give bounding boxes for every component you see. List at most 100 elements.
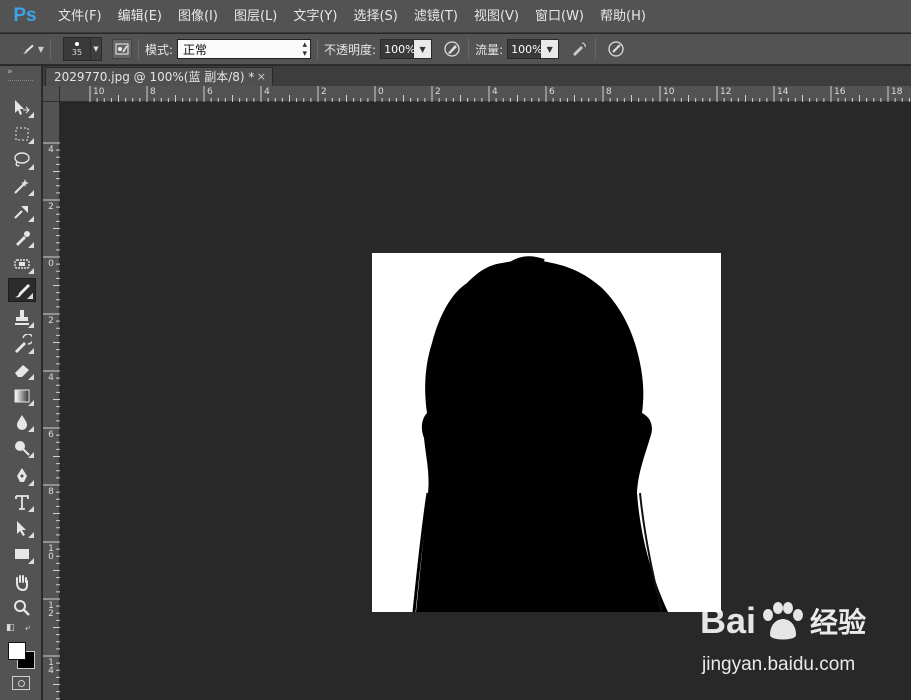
history-brush-icon — [15, 334, 32, 353]
crop-tool[interactable] — [8, 200, 36, 224]
type-tool[interactable] — [8, 490, 36, 514]
menu-help[interactable]: 帮助(H) — [592, 0, 654, 33]
magic-wand-icon — [14, 179, 29, 194]
separator — [317, 38, 319, 60]
opacity-label: 不透明度: — [324, 42, 377, 57]
hand-tool[interactable] — [8, 570, 36, 594]
quick-mask-button[interactable] — [12, 676, 30, 690]
tool-preset-picker[interactable]: ▼ — [20, 38, 44, 60]
healing-brush-tool[interactable] — [8, 252, 36, 276]
menu-type[interactable]: 文字(Y) — [285, 0, 345, 33]
rectangle-shape-icon — [15, 549, 29, 559]
magic-wand-tool[interactable] — [8, 174, 36, 198]
ruler-label: 4 — [48, 145, 54, 155]
pen-tool[interactable] — [8, 464, 36, 488]
type-icon — [15, 495, 29, 510]
slice-crop-icon — [14, 206, 28, 219]
rectangle-tool[interactable] — [8, 542, 36, 566]
ruler-label: 10 — [48, 544, 54, 562]
separator — [468, 38, 470, 60]
eyedropper-tool[interactable] — [8, 226, 36, 250]
watermark-brand-right: 经验 — [810, 607, 867, 638]
eyedropper-icon — [16, 231, 30, 246]
pressure-opacity-button[interactable] — [442, 39, 462, 59]
flow-label: 流量: — [475, 42, 504, 57]
airbrush-icon — [573, 42, 587, 56]
silhouette-mask — [372, 253, 721, 612]
rectangular-marquee-icon — [15, 127, 29, 141]
menu-file[interactable]: 文件(F) — [50, 0, 110, 33]
lasso-tool[interactable] — [8, 148, 36, 172]
pressure-size-button[interactable] — [606, 39, 626, 59]
move-icon — [15, 100, 30, 115]
brush-tip-icon — [75, 41, 79, 46]
flow-input[interactable]: 100% — [507, 39, 543, 59]
menu-window[interactable]: 窗口(W) — [527, 0, 592, 33]
zoom-tool[interactable] — [8, 596, 36, 620]
mode-select[interactable]: 正常 ▴ ▾ — [177, 39, 312, 59]
marquee-tool[interactable] — [8, 122, 36, 146]
ruler-label: 10 — [663, 87, 675, 97]
document-image[interactable] — [372, 253, 721, 612]
history-brush-tool[interactable] — [8, 332, 36, 356]
eraser-tool[interactable] — [8, 358, 36, 382]
menu-edit[interactable]: 编辑(E) — [110, 0, 170, 33]
dodge-tool[interactable] — [8, 436, 36, 460]
ruler-label: 8 — [150, 87, 156, 97]
horizontal-ruler[interactable]: 10 8 6 4 2 0 2 4 6 8 10 12 14 16 18 — [60, 86, 911, 102]
dodge-icon — [15, 441, 30, 456]
menu-image[interactable]: 图像(I) — [170, 0, 226, 33]
lasso-icon — [14, 152, 30, 167]
clone-stamp-tool[interactable] — [8, 306, 36, 330]
ruler-label: 4 — [492, 87, 498, 97]
separator — [50, 38, 51, 60]
blur-tool[interactable] — [8, 410, 36, 434]
flow-slider-dropdown[interactable]: ▼ — [541, 39, 560, 59]
path-selection-tool[interactable] — [8, 516, 36, 540]
baidu-jingyan-watermark: Bai 经验 jingyan.baidu.com — [700, 600, 900, 690]
ruler-label: 0 — [378, 87, 384, 97]
ruler-label: 14 — [48, 658, 54, 676]
brush-preset-picker[interactable]: 35 — [63, 37, 91, 61]
brush-tool[interactable] — [8, 278, 36, 302]
brush-preset-dropdown[interactable]: ▼ — [91, 37, 102, 61]
tools-panel: » ◧ ⤶ — [0, 66, 42, 700]
opacity-slider-dropdown[interactable]: ▼ — [414, 39, 433, 59]
document-tab[interactable]: 2029770.jpg @ 100%(蓝 副本/8) * × — [45, 67, 273, 86]
opacity-input[interactable]: 100% — [380, 39, 416, 59]
chevron-down-icon: ▼ — [37, 44, 44, 54]
hand-icon — [16, 575, 28, 592]
ruler-origin[interactable] — [43, 86, 60, 102]
water-drop-icon — [17, 415, 27, 430]
collapse-panel-icon[interactable]: » — [0, 66, 41, 78]
move-tool[interactable] — [8, 96, 36, 120]
menu-layer[interactable]: 图层(L) — [226, 0, 285, 33]
toggle-brush-panel-button[interactable] — [112, 39, 132, 59]
vertical-ruler[interactable]: 4 2 0 2 4 6 8 10 12 14 — [43, 102, 60, 700]
default-colors-icon[interactable]: ◧ — [6, 623, 15, 633]
menu-view[interactable]: 视图(V) — [466, 0, 527, 33]
document-tab-bar: 2029770.jpg @ 100%(蓝 副本/8) * × — [43, 66, 911, 86]
panel-grip[interactable] — [8, 80, 33, 86]
airbrush-button[interactable] — [569, 39, 589, 59]
quick-mask-icon — [17, 679, 25, 687]
ruler-label: 2 — [48, 316, 54, 326]
ruler-label: 4 — [48, 373, 54, 383]
swap-colors-icon[interactable]: ⤶ — [25, 623, 30, 633]
brush-icon — [22, 44, 34, 54]
pen-pressure-icon — [444, 41, 460, 57]
ruler-label: 18 — [891, 87, 903, 97]
separator — [595, 38, 597, 60]
updown-arrow-icon: ▴ ▾ — [302, 40, 308, 59]
foreground-color-swatch[interactable] — [8, 642, 26, 660]
document-tab-title: 2029770.jpg @ 100%(蓝 副本/8) * — [54, 70, 255, 84]
gradient-icon — [14, 389, 30, 403]
menu-filter[interactable]: 滤镜(T) — [406, 0, 466, 33]
ruler-label: 8 — [606, 87, 612, 97]
gradient-tool[interactable] — [8, 384, 36, 408]
close-icon[interactable]: × — [257, 68, 266, 86]
menu-select[interactable]: 选择(S) — [345, 0, 405, 33]
magnifier-icon — [14, 600, 30, 616]
paw-icon — [763, 602, 804, 640]
ruler-label: 6 — [48, 430, 54, 440]
